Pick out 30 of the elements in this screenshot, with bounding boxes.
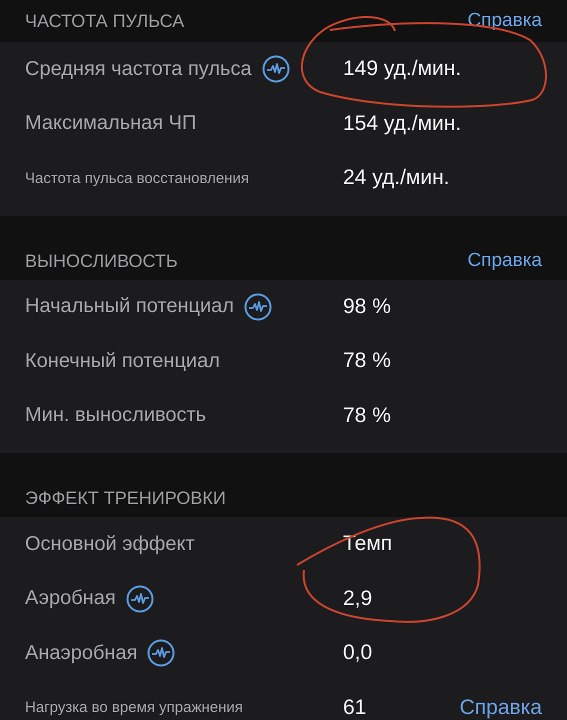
metric-label: Начальный потенциал bbox=[25, 295, 234, 318]
metric-value: 2,9 bbox=[343, 586, 372, 611]
metric-value: Темп bbox=[343, 532, 392, 556]
section-title: ЧАСТОТА ПУЛЬСА bbox=[25, 11, 184, 32]
metric-label: Основной эффект bbox=[25, 532, 195, 556]
metric-label: Аэробная bbox=[25, 587, 116, 610]
metric-label: Средняя частота пульса bbox=[25, 58, 252, 81]
metric-label: Анаэробная bbox=[25, 642, 138, 665]
metric-value: 98 % bbox=[343, 294, 391, 319]
metric-value: 78 % bbox=[343, 404, 391, 428]
metric-label: Частота пульса восстановления bbox=[25, 170, 249, 187]
heart-rate-icon[interactable] bbox=[244, 292, 272, 321]
metric-value: 78 % bbox=[343, 349, 391, 374]
section-title: ВЫНОСЛИВОСТЬ bbox=[25, 250, 178, 272]
metric-value: 61 bbox=[343, 696, 366, 720]
metric-value: 24 уд./мин. bbox=[343, 166, 450, 190]
heart-rate-icon[interactable] bbox=[147, 639, 176, 668]
metric-value: 154 уд./мин. bbox=[343, 112, 462, 136]
heart-rate-icon[interactable] bbox=[126, 584, 154, 613]
metric-label: Мин. выносливость bbox=[25, 404, 206, 428]
metric-label: Конечный потенциал bbox=[25, 350, 220, 373]
metric-label: Максимальная ЧП bbox=[25, 112, 196, 136]
help-link[interactable]: Справка bbox=[467, 250, 542, 272]
help-link[interactable]: Справка bbox=[460, 696, 542, 720]
metric-label: Нагрузка во время упражнения bbox=[25, 699, 243, 716]
metric-value: 0,0 bbox=[343, 641, 372, 666]
heart-rate-icon[interactable] bbox=[262, 55, 290, 84]
section-title: ЭФФЕКТ ТРЕНИРОВКИ bbox=[25, 488, 226, 509]
metric-value: 149 уд./мин. bbox=[343, 57, 462, 82]
help-link[interactable]: Справка bbox=[467, 10, 542, 32]
